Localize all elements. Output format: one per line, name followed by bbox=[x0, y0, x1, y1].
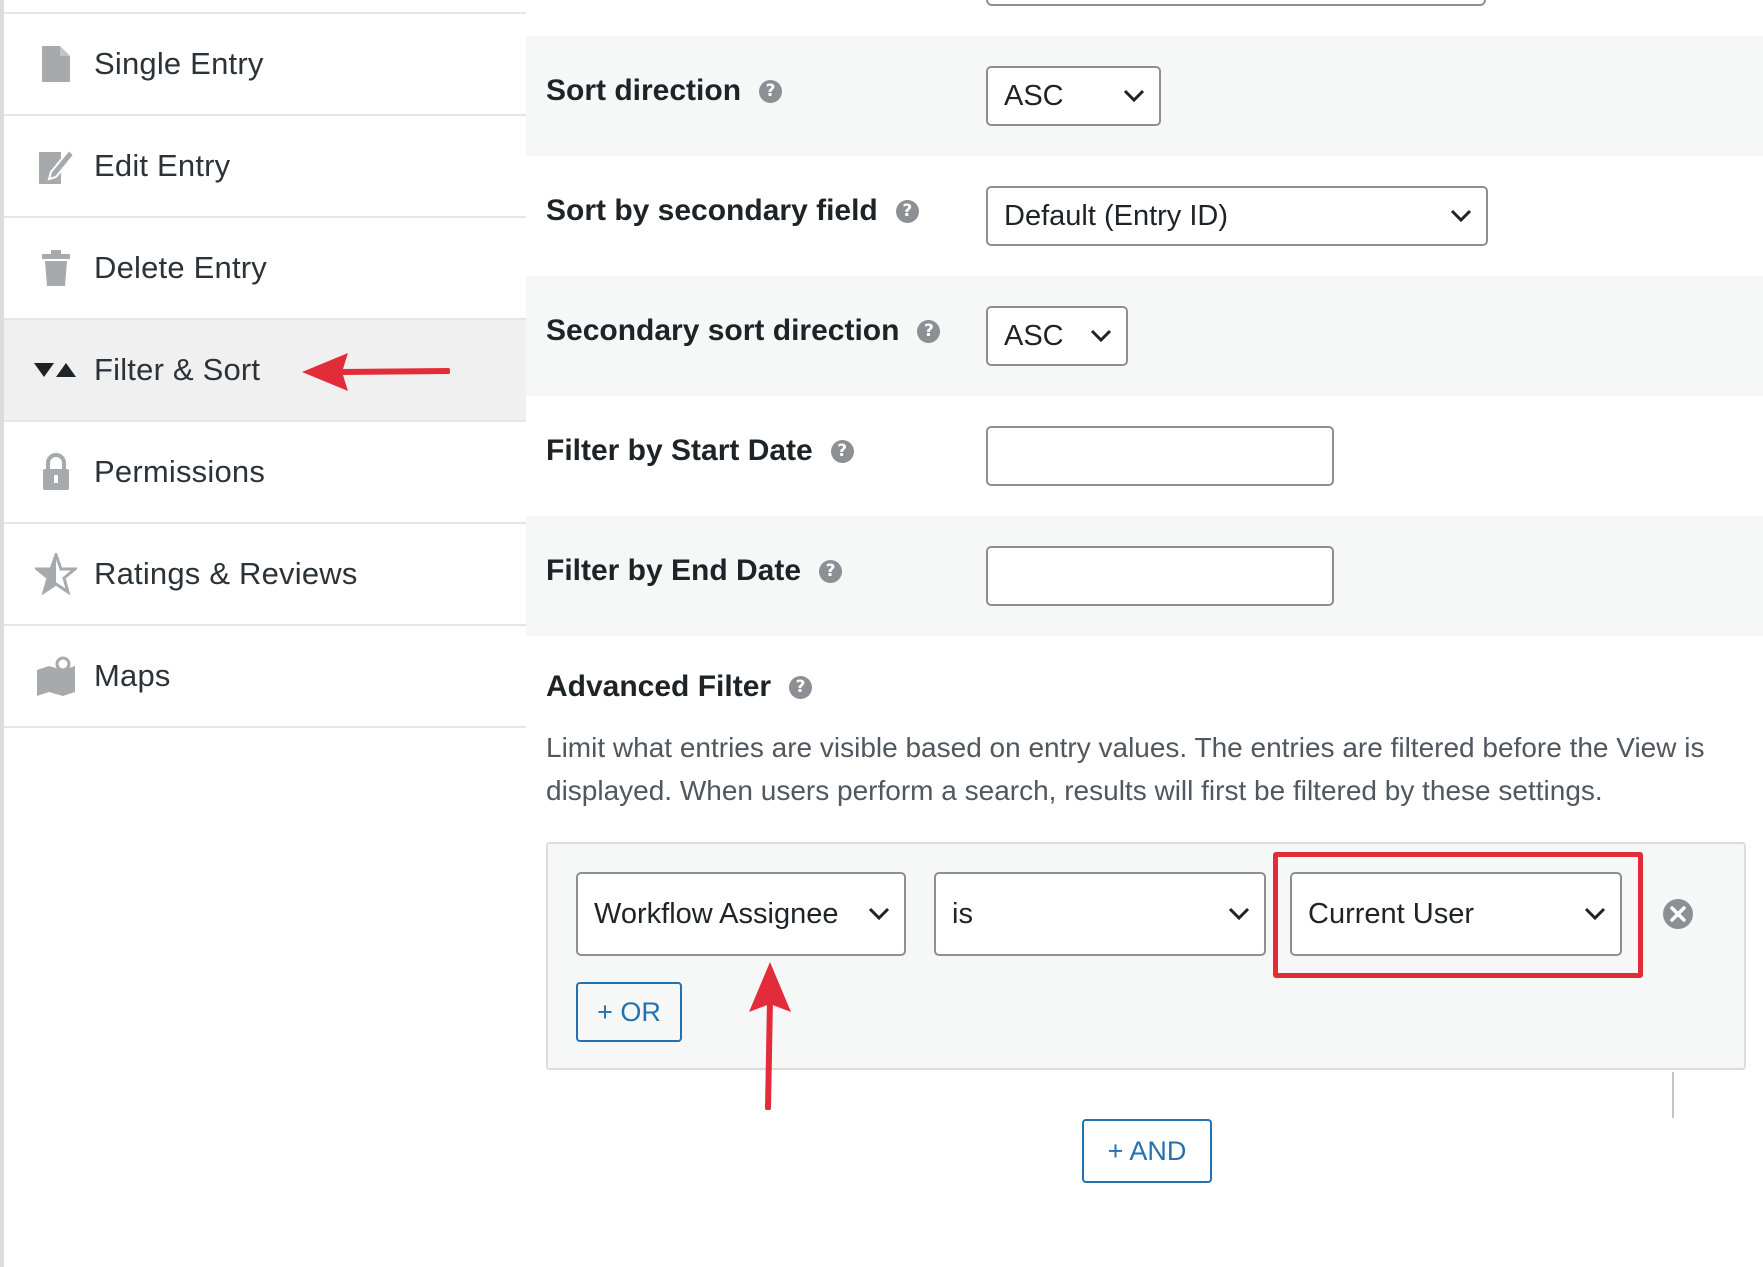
filter-field-value: Workflow Assignee bbox=[594, 897, 839, 930]
sort-direction-row: Sort direction ? ASC bbox=[526, 36, 1763, 156]
secondary-field-select[interactable]: Default (Entry ID) bbox=[986, 186, 1488, 246]
star-icon bbox=[34, 552, 78, 596]
add-and-button[interactable]: + AND bbox=[1082, 1119, 1212, 1183]
secondary-field-value: Default (Entry ID) bbox=[1004, 199, 1228, 232]
highlight-box-annotation bbox=[1273, 852, 1643, 978]
filter-sort-icon bbox=[34, 348, 78, 392]
sidebar-item-single-entry[interactable]: Single Entry bbox=[4, 14, 526, 116]
help-icon[interactable]: ? bbox=[789, 675, 813, 699]
secondary-direction-select[interactable]: ASC bbox=[986, 306, 1128, 366]
help-icon[interactable]: ? bbox=[917, 319, 941, 343]
and-connector-line bbox=[1672, 1072, 1674, 1118]
end-date-input[interactable] bbox=[986, 546, 1334, 606]
sidebar-item-label: Maps bbox=[94, 658, 171, 693]
advanced-filter-title: Advanced Filter bbox=[546, 670, 772, 703]
start-date-label: Filter by Start Date ? bbox=[546, 434, 854, 468]
end-date-label: Filter by End Date ? bbox=[546, 554, 843, 588]
sidebar-item-label: Permissions bbox=[94, 454, 266, 489]
add-or-button[interactable]: + OR bbox=[576, 982, 682, 1042]
filter-operator-value: is bbox=[952, 897, 973, 930]
document-icon bbox=[34, 42, 78, 86]
filter-sort-settings-panel: Sort direction ? ASC Sort by secondary f… bbox=[526, 0, 1763, 1267]
start-date-row: Filter by Start Date ? bbox=[526, 396, 1763, 516]
sort-direction-label-text: Sort direction bbox=[546, 74, 742, 107]
sidebar-item-label: Delete Entry bbox=[94, 250, 267, 285]
secondary-field-row: Sort by secondary field ? Default (Entry… bbox=[526, 156, 1763, 276]
sidebar-top-divider bbox=[4, 0, 526, 14]
trash-icon bbox=[34, 246, 78, 290]
previous-field-edge bbox=[986, 0, 1486, 6]
secondary-direction-label: Secondary sort direction ? bbox=[546, 314, 941, 348]
chevron-down-icon bbox=[1228, 907, 1250, 921]
end-date-row: Filter by End Date ? bbox=[526, 516, 1763, 636]
sidebar-item-filter-sort[interactable]: Filter & Sort bbox=[4, 320, 526, 422]
add-or-label: + OR bbox=[597, 996, 661, 1027]
add-and-label: + AND bbox=[1107, 1135, 1187, 1166]
secondary-direction-label-text: Secondary sort direction bbox=[546, 314, 900, 347]
filter-operator-select[interactable]: is bbox=[934, 872, 1266, 956]
help-icon[interactable]: ? bbox=[819, 559, 843, 583]
edit-document-icon bbox=[34, 144, 78, 188]
chevron-down-icon bbox=[1123, 89, 1145, 103]
secondary-field-label-text: Sort by secondary field bbox=[546, 194, 878, 227]
start-date-label-text: Filter by Start Date bbox=[546, 434, 813, 467]
advanced-filter-description: Limit what entries are visible based on … bbox=[546, 732, 1705, 806]
secondary-field-label: Sort by secondary field ? bbox=[546, 194, 919, 228]
chevron-down-icon bbox=[868, 907, 890, 921]
sidebar-item-ratings-reviews[interactable]: Ratings & Reviews bbox=[4, 524, 526, 626]
remove-condition-icon[interactable] bbox=[1662, 898, 1694, 930]
sort-direction-label: Sort direction ? bbox=[546, 74, 783, 108]
sort-direction-value: ASC bbox=[1004, 79, 1064, 112]
sidebar-item-edit-entry[interactable]: Edit Entry bbox=[4, 116, 526, 218]
settings-sidebar: Single Entry Edit Entry Delete Entry Fil… bbox=[0, 0, 526, 1267]
sidebar-item-label: Filter & Sort bbox=[94, 352, 261, 387]
filter-condition-group: Workflow Assignee is Current User + OR bbox=[546, 842, 1746, 1070]
sidebar-item-delete-entry[interactable]: Delete Entry bbox=[4, 218, 526, 320]
help-icon[interactable]: ? bbox=[759, 79, 783, 103]
advanced-filter-heading: Advanced Filter ? bbox=[546, 670, 813, 704]
sidebar-item-maps[interactable]: Maps bbox=[4, 626, 526, 728]
sidebar-item-permissions[interactable]: Permissions bbox=[4, 422, 526, 524]
chevron-down-icon bbox=[1090, 329, 1112, 343]
lock-icon bbox=[34, 450, 78, 494]
filter-field-select[interactable]: Workflow Assignee bbox=[576, 872, 906, 956]
sort-direction-select[interactable]: ASC bbox=[986, 66, 1161, 126]
map-icon bbox=[34, 654, 78, 698]
secondary-direction-row: Secondary sort direction ? ASC bbox=[526, 276, 1763, 396]
sidebar-item-label: Single Entry bbox=[94, 46, 264, 81]
help-icon[interactable]: ? bbox=[895, 199, 919, 223]
sidebar-item-label: Ratings & Reviews bbox=[94, 556, 358, 591]
chevron-down-icon bbox=[1450, 209, 1472, 223]
secondary-direction-value: ASC bbox=[1004, 319, 1064, 352]
end-date-label-text: Filter by End Date bbox=[546, 554, 802, 587]
help-icon[interactable]: ? bbox=[830, 439, 854, 463]
sidebar-item-label: Edit Entry bbox=[94, 148, 231, 183]
start-date-input[interactable] bbox=[986, 426, 1334, 486]
